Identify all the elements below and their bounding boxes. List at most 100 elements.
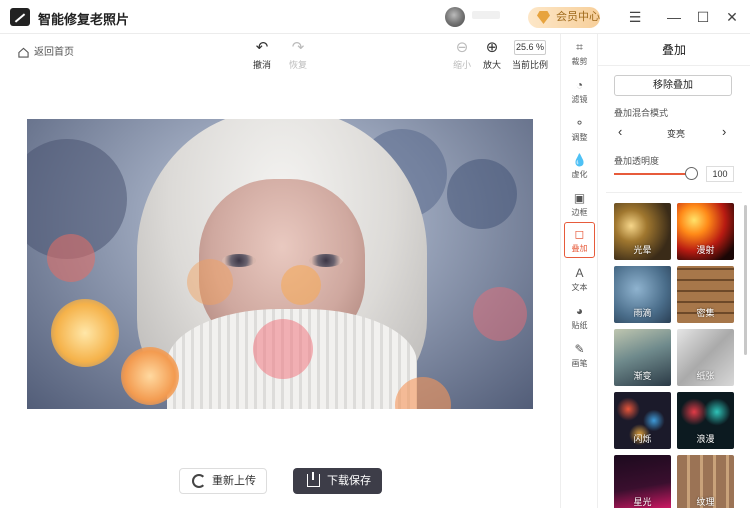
rail-item-blur[interactable]: 💧 虚化 <box>564 149 595 185</box>
rail-item-frame[interactable]: ▣ 边框 <box>564 187 595 223</box>
brush-icon: ✎ <box>574 342 585 356</box>
overlay-thumb[interactable]: 纸张 <box>677 329 734 386</box>
rail-item-label: 调整 <box>571 133 588 142</box>
rail-item-label: 画笔 <box>571 359 588 368</box>
blur-icon: 💧 <box>572 153 587 167</box>
overlay-thumb[interactable]: 浪漫 <box>677 392 734 449</box>
rail-item-overlay[interactable]: ◻ 叠加 <box>564 222 595 258</box>
overlay-thumb-label: 渐变 <box>633 371 652 381</box>
blend-mode-label: 叠加混合模式 <box>614 108 669 118</box>
text-icon: A <box>575 266 584 280</box>
reupload-label: 重新上传 <box>212 475 256 487</box>
eye-right <box>309 254 343 267</box>
close-icon[interactable]: ✕ <box>723 8 741 26</box>
blend-mode-value: 变亮 <box>666 129 685 139</box>
rail-item-text[interactable]: A 文本 <box>564 262 595 298</box>
redo-icon: ↷ <box>291 39 305 56</box>
rail-item-crop[interactable]: ⌗ 裁剪 <box>564 36 595 72</box>
overlay-thumb[interactable]: 纹理 <box>677 455 734 508</box>
opacity-slider-track[interactable] <box>614 173 692 175</box>
download-save-button[interactable]: 下载保存 <box>293 468 382 494</box>
zoom-out-button[interactable]: ⊖ 缩小 <box>448 38 476 71</box>
overlay-thumb[interactable]: 密集 <box>677 266 734 323</box>
rail-item-label: 文本 <box>571 283 588 292</box>
panel-scrollbar[interactable] <box>744 205 747 355</box>
zoom-value[interactable]: 25.6 % <box>514 40 546 55</box>
opacity-slider-thumb[interactable] <box>685 167 698 180</box>
vip-center-label: 会员中心 <box>556 11 600 23</box>
zoom-out-label: 缩小 <box>452 60 471 70</box>
avatar[interactable] <box>445 7 465 27</box>
crop-icon: ⌗ <box>576 40 583 54</box>
back-home-label: 返回首页 <box>34 47 74 58</box>
overlay-thumb-label: 浪漫 <box>696 434 715 444</box>
vip-center-button[interactable]: 会员中心 <box>528 7 600 28</box>
overlay-thumb-label: 闪烁 <box>633 434 652 444</box>
eye-left <box>222 254 256 267</box>
home-icon <box>18 47 29 58</box>
rail-item-adjust[interactable]: ⚬ 调整 <box>564 112 595 148</box>
chevron-left-icon[interactable]: ‹ <box>618 124 622 139</box>
download-save-label: 下载保存 <box>327 475 371 487</box>
overlay-thumb[interactable]: 漫射 <box>677 203 734 260</box>
minimize-icon[interactable]: — <box>665 8 683 26</box>
frame-icon: ▣ <box>573 191 586 205</box>
chevron-right-icon[interactable]: › <box>722 124 726 139</box>
overlay-icon: ◻ <box>574 227 585 241</box>
rail-item-label: 裁剪 <box>571 57 588 66</box>
panel-title: 叠加 <box>598 34 750 66</box>
app-title: 智能修复老照片 <box>38 12 130 27</box>
overlay-thumb-label: 雨滴 <box>633 308 652 318</box>
zoom-in-icon: ⊕ <box>485 39 499 56</box>
opacity-input[interactable]: 100 <box>706 166 734 182</box>
overlay-thumb-label: 纹理 <box>696 497 715 507</box>
undo-label: 撤消 <box>252 60 271 70</box>
overlay-thumb-label: 漫射 <box>696 245 715 255</box>
rail-item-label: 贴纸 <box>571 321 588 330</box>
rail-item-label: 滤镜 <box>571 95 588 104</box>
rail-item-label: 虚化 <box>571 170 588 179</box>
rail-item-sticker[interactable]: ◕ 贴纸 <box>564 300 595 336</box>
app-logo-icon <box>10 8 30 26</box>
adjust-icon: ⚬ <box>574 116 585 130</box>
rail-item-filter[interactable]: ◔ 滤镜 <box>564 74 595 110</box>
overlay-thumb[interactable]: 雨滴 <box>614 266 671 323</box>
overlay-thumb-label: 密集 <box>696 308 715 318</box>
overlay-panel: 叠加 移除叠加 叠加混合模式 ‹ 变亮 › 叠加透明度 100 光晕 漫射 雨滴… <box>598 34 750 508</box>
reupload-button[interactable]: 重新上传 <box>179 468 267 494</box>
overlay-thumb-label: 纸张 <box>696 371 715 381</box>
overlay-thumb-label: 星光 <box>633 497 652 507</box>
overlay-thumb[interactable]: 星光 <box>614 455 671 508</box>
undo-icon: ↶ <box>255 39 269 56</box>
rail-item-label: 边框 <box>571 208 588 217</box>
remove-overlay-button[interactable]: 移除叠加 <box>614 75 732 96</box>
diamond-icon <box>537 11 550 24</box>
refresh-icon <box>192 474 206 488</box>
sticker-icon: ◕ <box>575 304 584 318</box>
filter-icon: ◔ <box>575 78 584 92</box>
zoom-out-icon: ⊖ <box>455 39 469 56</box>
overlay-grid: 光晕 漫射 雨滴 密集 渐变 纸张 闪烁 浪漫 星光 纹理 <box>614 203 734 508</box>
overlay-thumb[interactable]: 渐变 <box>614 329 671 386</box>
rail-item-label: 叠加 <box>571 244 588 253</box>
user-name-placeholder[interactable] <box>472 11 500 19</box>
rail-item-brush[interactable]: ✎ 画笔 <box>564 338 595 374</box>
back-home-link[interactable]: 返回首页 <box>18 45 74 61</box>
redo-button[interactable]: ↷ 恢复 <box>284 38 312 71</box>
divider <box>606 192 742 193</box>
zoom-in-label: 放大 <box>482 60 501 70</box>
zoom-in-button[interactable]: ⊕ 放大 <box>478 38 506 71</box>
overlay-thumb-label: 光晕 <box>633 245 652 255</box>
overlay-thumb[interactable]: 光晕 <box>614 203 671 260</box>
maximize-icon[interactable]: ☐ <box>694 8 712 26</box>
download-icon <box>307 472 320 487</box>
opacity-label: 叠加透明度 <box>614 156 660 166</box>
redo-label: 恢复 <box>288 60 307 70</box>
menu-icon[interactable]: ☰ <box>626 8 644 26</box>
overlay-thumb[interactable]: 闪烁 <box>614 392 671 449</box>
undo-button[interactable]: ↶ 撤消 <box>248 38 276 71</box>
tool-rail: ⌗ 裁剪 ◔ 滤镜 ⚬ 调整 💧 虚化 ▣ 边框 ◻ 叠加 A 文本 ◕ 贴纸 … <box>560 34 598 508</box>
canvas-area <box>0 70 560 508</box>
photo-preview[interactable] <box>27 119 533 409</box>
title-bar: 智能修复老照片 会员中心 ☰ — ☐ ✕ <box>0 0 750 34</box>
